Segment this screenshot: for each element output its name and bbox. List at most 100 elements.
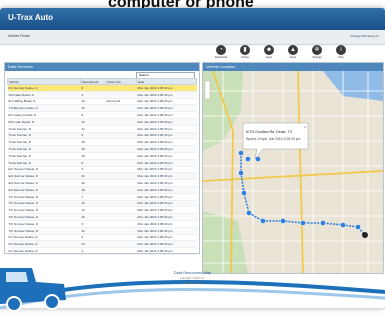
table-cell-street — [105, 159, 137, 167]
table-cell-street — [105, 234, 137, 242]
table-row[interactable]: T/C Sumner Delete, D 20 Mon Jan 2010 1:05:… — [7, 213, 197, 221]
toolbar-dashboard-button[interactable]: ◔ Dashboard — [215, 45, 227, 59]
table-row[interactable]: T/C Sumner Delete, D 6 Mon Jan 2010 1:05:3… — [7, 220, 197, 228]
table-row[interactable]: T/C Sumner Delete, D 7 Mon Jan 2010 1:05:3… — [7, 193, 197, 201]
table-cell-vehicle: S/N Lake Fluted, D — [7, 91, 81, 99]
table-row[interactable]: E/A Sumner Delete, D 18 Mon Jan 2010 1:05:… — [7, 186, 197, 194]
table-cell-street — [105, 166, 137, 174]
table-cell-date: Mon Jan 2010 1:05:30 pm — [136, 193, 197, 201]
table-cell-street — [105, 240, 137, 249]
table-cell-date: Mon Jan 2010 1:05:30 pm — [136, 206, 197, 215]
table-cell-speed: 6 — [80, 220, 106, 228]
table-cell-date: Mon Jan 2010 1:05:30 pm — [136, 213, 197, 221]
table-cell-date: Mon Jan 2010 1:05:30 pm — [136, 104, 197, 113]
toolbar-settings-button[interactable]: ✲ Settings — [311, 45, 323, 59]
toolbar-help-button[interactable]: i Help — [335, 45, 347, 59]
alert-icon: ▲ — [288, 45, 298, 55]
table-cell-vehicle: T/C Sumner Delete, D — [7, 193, 81, 201]
table-row[interactable]: T/C Sumner Delete, D 31 Mon Jan 2010 1:05:… — [7, 227, 197, 235]
table-cell-vehicle: Truck Sumner, D — [7, 125, 81, 133]
footer-copyright: Copyright © 2010, Inc. — [180, 277, 205, 280]
table-row[interactable]: Truck Sumner, D 16 Mon Jan 2010 1:05:30 pm — [7, 152, 197, 160]
vehicle-icon: ▮ — [240, 45, 250, 55]
map-panel: Vehicle Location 6723 Goulfam Rd, Dealo,… — [202, 62, 384, 274]
table-row[interactable]: Truck Sumner, D 9 Mon Jan 2010 1:05:30 pm — [7, 159, 197, 167]
toolbar-vehicle-button[interactable]: ▮ Vehicle — [239, 45, 251, 59]
breadcrumb[interactable]: Vehicle Finder — [8, 34, 30, 38]
table-cell-vehicle: Truck Sumner, D — [7, 132, 81, 140]
footer-link[interactable]: Data Resources Map — [0, 270, 385, 275]
table-row[interactable]: F/1 Sumner Delete, D 2 Mon Jan 2010 1:05:3… — [7, 247, 197, 255]
table-cell-speed: 3 — [80, 166, 106, 174]
table-row[interactable]: T/C Sumner Delete, D 43 Mon Jan 2010 1:05:… — [7, 200, 197, 208]
sub-header: Vehicle Finder — [0, 30, 385, 45]
table-cell-street: Arizona St — [105, 98, 137, 106]
table-cell-speed: 20 — [80, 179, 106, 187]
table-row[interactable]: Truck Sumner, D 5 Mon Jan 2010 1:05:30 pm — [7, 132, 197, 140]
table-cell-date: Mon Jan 2010 1:05:30 pm — [136, 111, 197, 119]
table-cell-speed: 9 — [80, 159, 106, 167]
table-row[interactable]: E/A Sumner Delete, D 20 Mon Jan 2010 1:05:… — [7, 179, 197, 187]
table-cell-vehicle: E/C Sumner Delete, D — [7, 166, 81, 174]
table-cell-vehicle: T/C Sumner Delete, D — [7, 200, 81, 208]
table-cell-street — [105, 152, 137, 160]
table-row[interactable]: S/N Lake Fluted, D 3 Mon Jan 2010 1:05:30 … — [7, 91, 197, 99]
table-cell-street — [105, 206, 137, 215]
table-cell-date: Mon Jan 2010 1:05:30 pm — [136, 240, 197, 249]
table-cell-vehicle: Truck Sumner, D — [7, 145, 81, 153]
table-row[interactable]: F/1 Sumner Delete, D 9 Mon Jan 2010 1:05:3… — [7, 234, 197, 242]
table-cell-street — [105, 104, 137, 113]
table-cell-speed: 7 — [80, 193, 106, 201]
table-cell-vehicle: E/A Sumner Delete, D — [7, 179, 81, 187]
truck-icon — [0, 268, 66, 312]
table-cell-street — [105, 172, 137, 181]
table-cell-speed: 41 — [80, 172, 106, 181]
table-cell-speed: 14 — [80, 240, 106, 249]
table-cell-date: Mon Jan 2010 1:05:30 pm — [136, 91, 197, 99]
table-cell-vehicle: Truck Sumner, D — [7, 159, 81, 167]
table-row[interactable]: R/C Lake Fluted, D 22 Mon Jan 2010 1:05:30… — [7, 118, 197, 126]
table-cell-vehicle: F/1 Sumner Delete, D — [7, 84, 81, 92]
toolbar-users-button[interactable]: ☻ Users — [263, 45, 275, 59]
table-cell-date: Mon Jan 2010 1:05:30 pm — [136, 159, 197, 167]
table-cell-street — [105, 111, 137, 119]
table-row[interactable]: F/1 Sumner Delete, D 0 Mon Jan 2010 1:05:3… — [7, 84, 197, 92]
table-cell-speed: 31 — [80, 227, 106, 235]
table-cell-date: Mon Jan 2010 1:05:30 pm — [136, 145, 197, 153]
account-label[interactable]: Chicago Plumbing Co — [350, 34, 379, 38]
table-row[interactable]: Truck Sumner, D 18 Mon Jan 2010 1:05:30 pm — [7, 138, 197, 147]
map-view[interactable]: 6723 Goulfam Rd, Dealo, TX Speed: 0 mph,… — [203, 71, 383, 273]
table-cell-vehicle: R/C Lake Fluted, D — [7, 118, 81, 126]
table-cell-speed: 43 — [80, 98, 106, 106]
table-row[interactable]: Truck Sumner, D 30 Mon Jan 2010 1:05:30 pm — [7, 145, 197, 153]
table-cell-street — [105, 125, 137, 133]
info-icon: i — [336, 45, 346, 55]
table-row[interactable]: E/C Sumner Delete, D 3 Mon Jan 2010 1:05:3… — [7, 166, 197, 174]
table-row[interactable]: E/1 Casey Knotas, D 8 Mon Jan 2010 1:05:30… — [7, 111, 197, 119]
table-row[interactable]: E/1 Stiffing Break, D 43 Arizona St Mon Jan… — [7, 98, 197, 106]
toolbar-alerts-button[interactable]: ▲ Alerts — [287, 45, 299, 59]
table-cell-street — [105, 220, 137, 228]
table-row[interactable]: T/C Sumner Delete, D 12 Mon Jan 2010 1:05:… — [7, 206, 197, 215]
table-row[interactable]: T Pulles Dom Gate, D 12 Mon Jan 2010 1:05:… — [7, 104, 197, 113]
popup-address: 6723 Goulfam Rd, Dealo, TX — [246, 130, 293, 134]
table-cell-speed: 30 — [80, 145, 106, 153]
table-cell-date: Mon Jan 2010 1:05:30 pm — [136, 247, 197, 255]
footer-rights: All rights reserved — [182, 282, 203, 285]
table-cell-speed: 43 — [80, 200, 106, 208]
gauge-icon: ◔ — [216, 45, 226, 55]
table-row[interactable]: E/A Sumner Delete, D 41 Mon Jan 2010 1:05:… — [7, 172, 197, 181]
vehicle-position-marker[interactable] — [362, 232, 368, 238]
table-cell-date: Mon Jan 2010 1:05:30 pm — [136, 200, 197, 208]
app-header: U-Trax Auto — [0, 8, 385, 30]
table-cell-vehicle: E/A Sumner Delete, D — [7, 186, 81, 194]
table-row[interactable]: F/1 Sumner Delete, D 14 Mon Jan 2010 1:05:… — [7, 240, 197, 249]
table-cell-speed: 22 — [80, 118, 106, 126]
table-cell-street — [105, 145, 137, 153]
vehicle-table: Vehicle Speed(mph) Street Info Date F/1 … — [7, 78, 197, 255]
table-cell-street — [105, 132, 137, 140]
table-cell-vehicle: Truck Sumner, D — [7, 152, 81, 160]
table-row[interactable]: Truck Sumner, D 21 Mon Jan 2010 1:05:30 pm — [7, 125, 197, 133]
table-cell-date: Mon Jan 2010 1:05:30 pm — [136, 125, 197, 133]
zoom-control[interactable] — [204, 80, 211, 100]
